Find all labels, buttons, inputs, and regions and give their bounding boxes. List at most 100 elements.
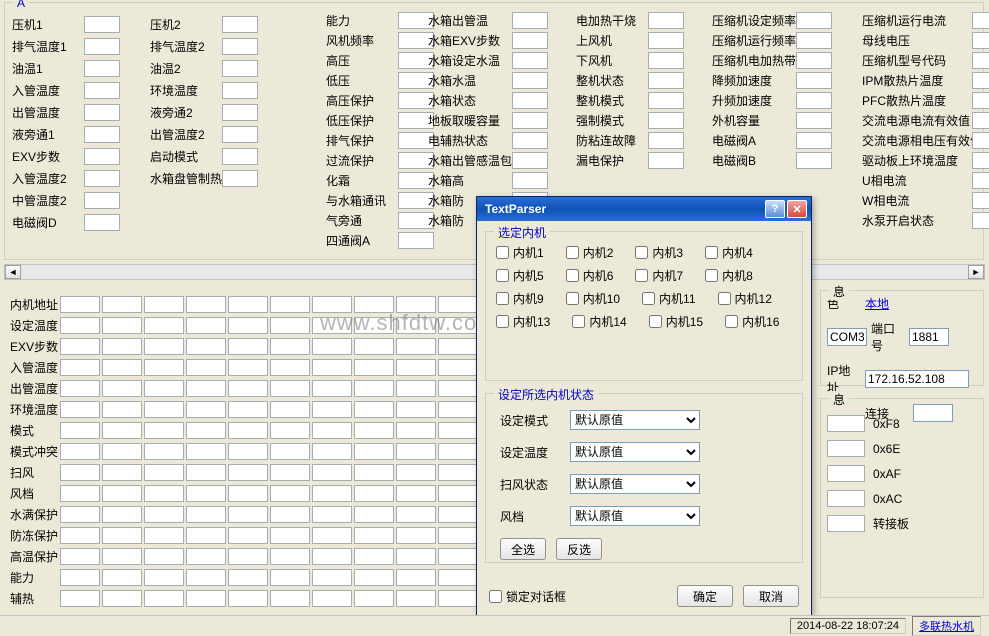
unit-checkbox-input[interactable]: [496, 246, 509, 259]
grid-cell[interactable]: [144, 338, 184, 355]
grid-cell[interactable]: [102, 485, 142, 502]
form-select[interactable]: 默认原值: [570, 474, 700, 494]
grid-cell[interactable]: [60, 443, 100, 460]
unit-checkbox[interactable]: 内机9: [496, 290, 544, 307]
grid-cell[interactable]: [396, 548, 436, 565]
grid-cell[interactable]: [102, 317, 142, 334]
grid-cell[interactable]: [60, 401, 100, 418]
unit-checkbox[interactable]: 内机7: [635, 267, 683, 284]
param-input[interactable]: [972, 132, 989, 149]
grid-cell[interactable]: [438, 485, 478, 502]
grid-cell[interactable]: [438, 359, 478, 376]
grid-cell[interactable]: [354, 569, 394, 586]
grid-cell[interactable]: [60, 527, 100, 544]
grid-cell[interactable]: [186, 317, 226, 334]
grid-cell[interactable]: [60, 422, 100, 439]
grid-cell[interactable]: [312, 296, 352, 313]
grid-cell[interactable]: [438, 296, 478, 313]
grid-cell[interactable]: [270, 464, 310, 481]
grid-cell[interactable]: [60, 464, 100, 481]
grid-cell[interactable]: [228, 569, 268, 586]
grid-cell[interactable]: [186, 569, 226, 586]
grid-cell[interactable]: [60, 359, 100, 376]
ip-input[interactable]: [865, 370, 969, 388]
param-input[interactable]: [84, 82, 120, 99]
mode-link[interactable]: 多联热水机: [912, 616, 981, 636]
grid-cell[interactable]: [354, 590, 394, 607]
invert-button[interactable]: 反选: [556, 538, 602, 560]
grid-cell[interactable]: [60, 317, 100, 334]
param-input[interactable]: [512, 32, 548, 49]
grid-cell[interactable]: [396, 464, 436, 481]
lock-dialog-checkbox[interactable]: 锁定对话框: [489, 588, 566, 605]
grid-cell[interactable]: [228, 422, 268, 439]
grid-cell[interactable]: [396, 401, 436, 418]
grid-cell[interactable]: [354, 380, 394, 397]
grid-cell[interactable]: [312, 317, 352, 334]
unit-checkbox[interactable]: 内机2: [566, 244, 614, 261]
grid-cell[interactable]: [354, 359, 394, 376]
grid-cell[interactable]: [60, 590, 100, 607]
param-input[interactable]: [222, 60, 258, 77]
grid-cell[interactable]: [186, 338, 226, 355]
param-input[interactable]: [84, 16, 120, 33]
grid-cell[interactable]: [354, 506, 394, 523]
grid-cell[interactable]: [102, 401, 142, 418]
grid-cell[interactable]: [186, 296, 226, 313]
help-icon[interactable]: ?: [765, 200, 785, 218]
grid-cell[interactable]: [228, 548, 268, 565]
param-input[interactable]: [512, 92, 548, 109]
grid-cell[interactable]: [312, 359, 352, 376]
unit-checkbox-input[interactable]: [705, 246, 718, 259]
unit-checkbox-input[interactable]: [566, 269, 579, 282]
unit-checkbox-input[interactable]: [566, 246, 579, 259]
grid-cell[interactable]: [438, 590, 478, 607]
grid-cell[interactable]: [60, 506, 100, 523]
grid-cell[interactable]: [186, 485, 226, 502]
grid-cell[interactable]: [102, 359, 142, 376]
port-input[interactable]: [909, 328, 949, 346]
grid-cell[interactable]: [186, 401, 226, 418]
grid-cell[interactable]: [228, 380, 268, 397]
select-all-button[interactable]: 全选: [500, 538, 546, 560]
role-value[interactable]: 本地: [865, 295, 889, 312]
unit-checkbox-input[interactable]: [496, 292, 509, 305]
param-input[interactable]: [84, 104, 120, 121]
grid-cell[interactable]: [354, 485, 394, 502]
grid-cell[interactable]: [438, 443, 478, 460]
grid-cell[interactable]: [60, 380, 100, 397]
grid-cell[interactable]: [312, 422, 352, 439]
grid-cell[interactable]: [144, 359, 184, 376]
scroll-left-icon[interactable]: ◄: [5, 265, 21, 279]
grid-cell[interactable]: [102, 590, 142, 607]
param-input[interactable]: [512, 112, 548, 129]
grid-cell[interactable]: [396, 527, 436, 544]
grid-cell[interactable]: [438, 401, 478, 418]
param-input[interactable]: [796, 12, 832, 29]
grid-cell[interactable]: [102, 464, 142, 481]
param-input[interactable]: [796, 132, 832, 149]
grid-cell[interactable]: [228, 401, 268, 418]
grid-cell[interactable]: [354, 527, 394, 544]
param-input[interactable]: [648, 112, 684, 129]
grid-cell[interactable]: [270, 506, 310, 523]
form-select[interactable]: 默认原值: [570, 410, 700, 430]
grid-cell[interactable]: [186, 464, 226, 481]
grid-cell[interactable]: [144, 506, 184, 523]
unit-checkbox[interactable]: 内机1: [496, 244, 544, 261]
scroll-right-icon[interactable]: ►: [968, 265, 984, 279]
grid-cell[interactable]: [354, 464, 394, 481]
param-input[interactable]: [972, 92, 989, 109]
param-input[interactable]: [796, 112, 832, 129]
grid-cell[interactable]: [396, 359, 436, 376]
grid-cell[interactable]: [270, 590, 310, 607]
grid-cell[interactable]: [102, 548, 142, 565]
param-input[interactable]: [84, 126, 120, 143]
grid-cell[interactable]: [186, 548, 226, 565]
param-input[interactable]: [222, 126, 258, 143]
ok-button[interactable]: 确定: [677, 585, 733, 607]
param-input[interactable]: [972, 32, 989, 49]
grid-cell[interactable]: [228, 359, 268, 376]
unit-checkbox[interactable]: 内机4: [705, 244, 753, 261]
param-input[interactable]: [796, 32, 832, 49]
